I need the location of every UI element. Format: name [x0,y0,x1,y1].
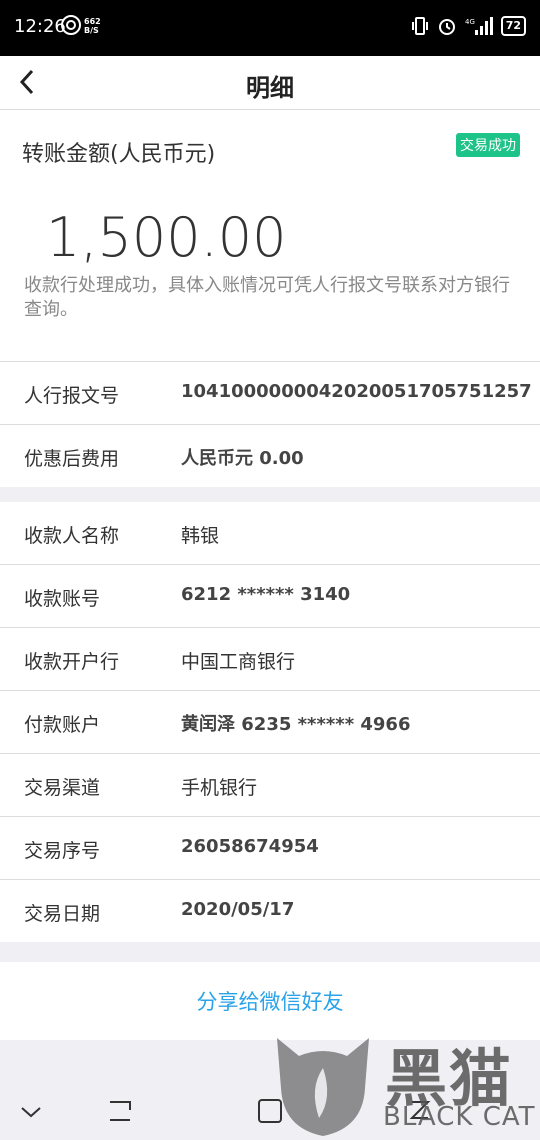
row-value: 2020/05/17 [181,899,295,920]
row-label: 付款账户 [24,714,101,736]
svg-text:4G: 4G [465,18,475,26]
detail-row-fee: 优惠后费用 人民币元 0.00 [0,425,540,487]
watermark-en: BLACK CAT [383,1102,536,1132]
detail-row-channel: 交易渠道 手机银行 [0,754,540,817]
status-bar: 12:26 662 B/S 4G 72 [0,0,540,56]
row-label: 收款开户行 [24,651,120,673]
detail-row-date: 交易日期 2020/05/17 [0,880,540,942]
detail-row-payee-account: 收款账号 6212 ****** 3140 [0,565,540,628]
row-value: 黄闰泽 6235 ****** 4966 [181,714,411,735]
amount-card: 转账金额(人民币元) 交易成功 1,500.00 收款行处理成功，具体入账情况可… [0,110,540,362]
row-label: 交易渠道 [24,777,101,799]
status-time: 12:26 [14,16,66,37]
vibrate-icon [411,17,428,35]
detail-group-1: 人行报文号 104100000004202005170575125​7 优惠后费… [0,362,540,487]
row-value: 人民币元 0.00 [181,448,304,469]
row-value: 104100000004202005170575125​7 [181,381,532,402]
nav-hide-icon[interactable] [16,1098,46,1124]
black-cat-logo-icon [277,1038,369,1136]
detail-group-2: 收款人名称 韩银 收款账号 6212 ****** 3140 收款开户行 中国工… [0,502,540,942]
row-value: 中国工商银行 [181,651,296,673]
amount-label: 转账金额(人民币元) [22,142,216,167]
share-wechat-button[interactable]: 分享给微信好友 [0,986,540,1016]
row-label: 优惠后费用 [24,448,120,470]
signal-icon: 4G [465,17,493,35]
row-label: 交易日期 [24,903,101,925]
status-badge: 交易成功 [456,133,520,157]
row-label: 收款人名称 [24,525,120,547]
alarm-icon [438,19,455,35]
row-label: 交易序号 [24,840,101,862]
row-label: 人行报文号 [24,385,120,407]
transfer-amount: 1,500.00 [46,206,287,269]
detail-row-payee-bank: 收款开户行 中国工商银行 [0,628,540,691]
status-right: 4G 72 [411,14,526,38]
detail-row-payer-account: 付款账户 黄闰泽 6235 ****** 4966 [0,691,540,754]
network-speed: 662 B/S [84,17,101,35]
row-value: 韩银 [181,525,220,547]
row-value: 手机银行 [181,777,258,799]
row-label: 收款账号 [24,588,101,610]
nav-recent-icon[interactable] [106,1098,136,1124]
detail-row-message-no: 人行报文号 104100000004202005170575125​7 [0,362,540,425]
page-title: 明细 [246,74,294,102]
detail-row-payee-name: 收款人名称 韩银 [0,502,540,565]
nav-bar: 明细 [0,56,540,110]
status-note: 收款行处理成功，具体入账情况可凭人行报文号联系对方银行查询。 [24,275,510,320]
detail-row-serial: 交易序号 26058674954 [0,817,540,880]
row-value: 6212 ****** 3140 [181,584,351,605]
battery-icon: 72 [500,16,526,36]
hotspot-icon [61,15,81,35]
row-value: 26058674954 [181,836,319,857]
watermark: 黑猫 BLACK CAT [265,1024,540,1140]
